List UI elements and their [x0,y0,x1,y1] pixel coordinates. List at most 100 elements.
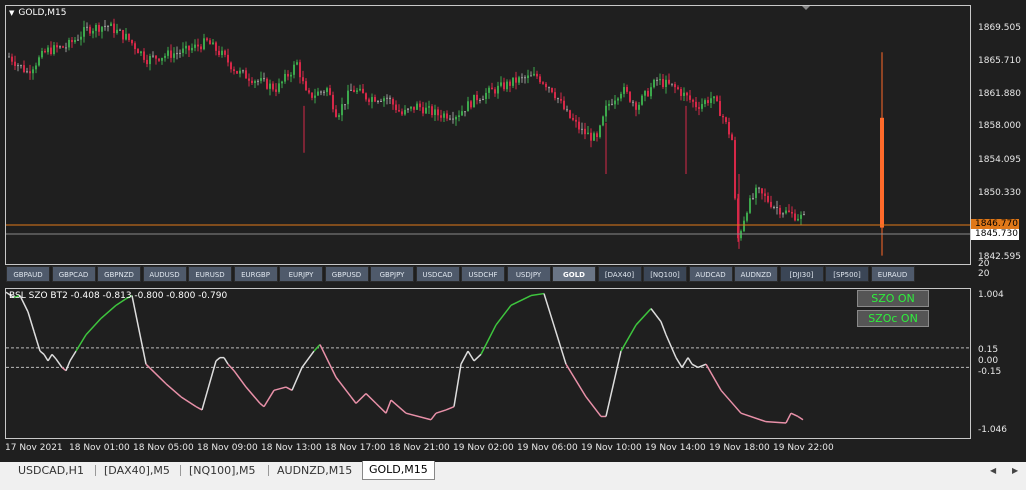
indicator-title: BSL SZO BT2 -0.408 -0.813 -0.800 -0.800 … [9,291,228,301]
oscillator-segment [385,399,392,414]
candle-body [332,94,334,110]
oscillator-pane[interactable] [5,288,971,439]
candle-body [599,125,601,138]
candle-body [566,109,568,111]
szoc-toggle-button[interactable]: SZOc ON [857,310,929,327]
candle-body [209,40,211,45]
candle-body [221,50,223,56]
candle-body [269,83,271,89]
oscillator-tick-label: -0.15 [978,367,1002,377]
candle-body [101,26,103,32]
candle-body [224,50,226,55]
symbol-button-nq100[interactable]: [NQ100] [643,266,687,282]
oscillator-segment [480,324,497,355]
oscillator-segment [273,386,287,392]
candle-body [401,111,403,115]
candle-body [35,65,37,70]
candle-body [281,81,283,84]
candle-body [278,83,280,92]
candle-body [470,101,472,108]
candle-body [74,40,76,43]
szo-toggle-button[interactable]: SZO ON [857,290,929,307]
candle-body [218,50,220,56]
candle-body [548,87,550,89]
chart-tab[interactable]: GOLD,M15 [362,461,435,480]
oscillator-segment [765,420,787,424]
chart-tab-bar: ◀ ▶ USDCAD,H1 [DAX40],M5 [NQ100],M5 AUDNZD,… [0,461,1026,480]
symbol-button-gbpusd[interactable]: GBPUSD [324,266,369,282]
candle-body [254,81,256,84]
candle-body [89,26,91,34]
symbol-button-usdchf[interactable]: USDCHF [461,266,505,282]
chart-tab[interactable]: USDCAD,H1 [12,462,90,479]
symbol-button-eurusd[interactable]: EURUSD [188,266,232,282]
candle-body [110,23,112,26]
candle-body [578,121,580,130]
oscillator-segment [313,344,321,352]
triangle-right-icon[interactable]: ▶ [1012,466,1018,475]
oscillator-segment [245,386,261,404]
symbol-button-audcad[interactable]: AUDCAD [688,266,733,282]
symbol-button-eurjpy[interactable]: EURJPY [279,266,323,282]
horizontal-scrollbar[interactable] [0,480,1026,490]
oscillator-segment [495,304,512,326]
chart-tab[interactable]: [DAX40],M5 [98,462,176,479]
candle-body [86,26,88,28]
symbol-button-gbpjpy[interactable]: GBPJPY [370,266,414,282]
symbol-button-dji30[interactable]: [DJI30] [779,266,824,282]
symbol-button-audnzd[interactable]: AUDNZD [734,266,778,282]
oscillator-segment [201,360,217,411]
symbol-button-eurgbp[interactable]: EURGBP [233,266,278,282]
symbol-button-gbpcad[interactable]: GBPCAD [51,266,96,282]
candle-body [533,73,535,76]
candle-body [710,98,712,103]
candle-body [560,98,562,101]
candle-body [701,104,703,109]
candle-body [41,50,43,58]
symbol-button-sp500[interactable]: [SP500] [825,266,869,282]
candle-body [152,55,154,57]
candle-body [698,107,700,109]
candle-body [515,77,517,83]
candle-body [617,98,619,101]
price-tick-label: 1854.095 [978,155,1021,165]
candle-body [92,30,94,34]
oscillator-segment [51,353,57,360]
candle-body [329,88,331,95]
oscillator-segment [705,363,722,391]
symbol-button-dax40[interactable]: [DAX40] [597,266,642,282]
symbol-button-gbpaud[interactable]: GBPAUD [6,266,50,282]
symbol-button-usdcad[interactable]: USDCAD [415,266,460,282]
price-chart-pane[interactable] [5,5,971,265]
candle-body [422,107,424,114]
candle-body [437,109,439,116]
price-tick-label: 1850.330 [978,188,1021,198]
candle-body [785,210,787,214]
candle-body [299,62,301,78]
candle-body [248,78,250,81]
oscillator-tick-label: 0.00 [978,356,999,366]
candle-body [347,90,349,105]
candle-body [794,213,796,221]
triangle-left-icon[interactable]: ◀ [990,466,996,475]
symbol-button-usdjpy[interactable]: USDJPY [506,266,551,282]
symbol-button-audusd[interactable]: AUDUSD [142,266,187,282]
candle-body [263,78,265,80]
candle-body [764,193,766,196]
symbol-button-gbpnzd[interactable]: GBPNZD [97,266,141,282]
candle-body [260,78,262,81]
symbol-button-gold[interactable]: GOLD [552,266,596,282]
oscillator-segment [675,357,683,368]
candle-body [134,43,136,50]
candle-body [488,87,490,93]
oscillator-segment [797,415,804,421]
triangle-down-icon[interactable]: ▼ [9,9,14,17]
oscillator-segment [165,383,182,398]
candle-body [53,45,55,55]
chart-tab[interactable]: [NQ100],M5 [183,462,261,479]
symbol-button-euraud[interactable]: EURAUD [870,266,915,282]
candle-body [635,102,637,110]
chart-tab[interactable]: AUDNZD,M15 [271,462,358,479]
candle-body [542,82,544,84]
candle-body [275,89,277,92]
